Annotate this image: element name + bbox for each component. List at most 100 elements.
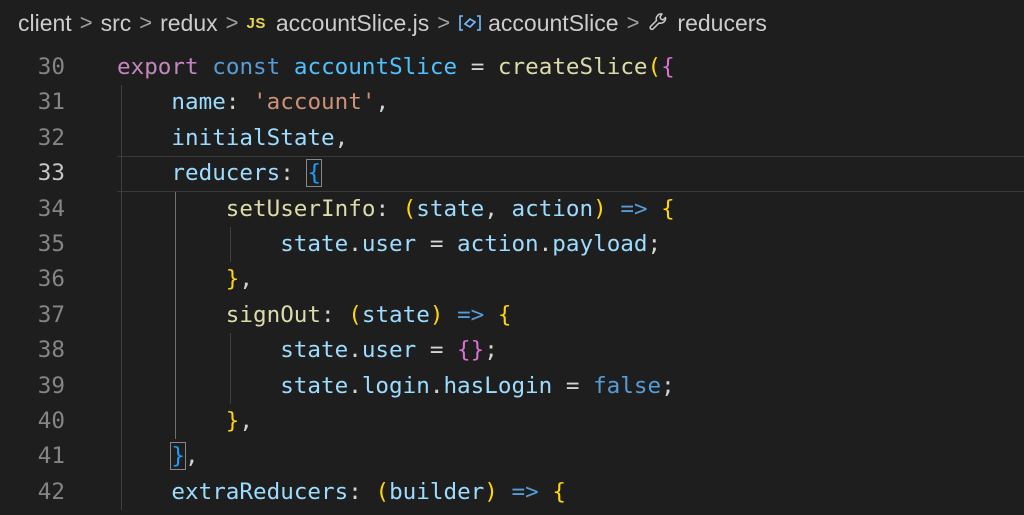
indent-guide — [121, 297, 122, 334]
code-line[interactable]: 30 export const accountSlice = createSlic… — [0, 50, 1024, 85]
code-token: : — [225, 89, 254, 116]
indent-guide — [121, 262, 122, 298]
code-line[interactable]: 41}, — [0, 439, 1024, 475]
indent-guide — [175, 226, 177, 263]
code-token: } — [225, 266, 240, 293]
code-line[interactable]: 32 initialState, — [0, 120, 1024, 157]
code-token: { — [497, 301, 512, 328]
indent-guide — [175, 403, 177, 440]
code-token: , — [239, 407, 254, 434]
indent-guide — [229, 226, 231, 263]
code-token: state — [280, 337, 349, 364]
line-highlight — [117, 439, 1024, 474]
code-text: state.user = action.payload; — [280, 227, 661, 262]
breadcrumb-label: accountSlice — [488, 9, 619, 36]
code-token: false — [593, 372, 662, 399]
code-token: . — [348, 372, 362, 399]
code-token: : — [321, 301, 349, 328]
code-token: reducers — [171, 160, 281, 187]
code-token: state — [280, 230, 349, 257]
code-token: ( — [348, 301, 362, 328]
breadcrumb-item-file[interactable]: JS accountSlice.js — [247, 10, 430, 37]
code-token: state — [280, 372, 349, 399]
javascript-file-icon: JS — [246, 14, 266, 32]
line-number: 31 — [37, 89, 65, 116]
code-text: }, — [170, 439, 199, 474]
code-token: hasLogin — [443, 372, 553, 399]
breadcrumb-item-src[interactable]: src — [101, 10, 132, 37]
code-token: initialState — [171, 124, 335, 151]
line-number: 39 — [37, 372, 65, 399]
indent-guide — [175, 333, 177, 369]
code-line[interactable]: 36}, — [0, 262, 1024, 298]
code-text: name: 'account', — [171, 85, 389, 120]
indent-guide — [121, 226, 122, 263]
code-line[interactable]: 31 name: 'account', — [0, 85, 1024, 121]
code-token: , — [375, 89, 390, 116]
code-line[interactable]: 37 signOut: (state) => { — [0, 297, 1024, 334]
code-token: ) — [593, 195, 607, 222]
line-highlight — [117, 333, 1024, 368]
indent-guide — [121, 474, 122, 511]
chevron-right-icon: > — [79, 10, 93, 35]
code-token: = — [457, 54, 498, 80]
code-token: { — [306, 159, 323, 188]
code-editor[interactable]: 30 export const accountSlice = createSlic… — [0, 50, 1024, 515]
code-text: setUserInfo: (state, action) => { — [226, 192, 675, 227]
code-token: accountSlice — [293, 54, 458, 80]
code-token: user — [361, 337, 417, 364]
code-token: : — [280, 160, 308, 187]
indent-guide — [121, 85, 122, 121]
code-token: => — [511, 478, 539, 505]
indent-guide — [121, 120, 122, 157]
code-token: ) — [484, 478, 498, 505]
breadcrumb: client > src > redux > JS accountSlice.j… — [0, 0, 1024, 46]
code-token: extraReducers — [171, 478, 349, 505]
line-number: 35 — [37, 230, 65, 257]
chevron-right-icon: > — [139, 10, 153, 35]
indent-guide — [175, 368, 177, 404]
breadcrumb-label: src — [100, 9, 132, 36]
code-line[interactable]: 39 state.login.hasLogin = false; — [0, 368, 1024, 404]
code-token: , — [484, 195, 512, 222]
code-token: {} — [457, 337, 485, 364]
code-token: , — [334, 124, 349, 151]
breadcrumb-label: reducers — [677, 9, 767, 36]
code-token: : — [375, 195, 403, 222]
chevron-right-icon: > — [437, 10, 451, 35]
indent-guide — [229, 368, 231, 404]
code-line[interactable]: 42 extraReducers: (builder) => { — [0, 474, 1024, 511]
indent-guide — [175, 297, 177, 334]
breadcrumb-item-client[interactable]: client — [18, 10, 72, 37]
code-line[interactable]: 40}, — [0, 403, 1024, 440]
code-line[interactable]: 38 state.user = {}; — [0, 333, 1024, 369]
code-token: = — [416, 230, 458, 257]
code-token: setUserInfo — [225, 195, 376, 222]
line-number: 38 — [37, 337, 65, 364]
code-line[interactable]: 35 state.user = action.payload; — [0, 226, 1024, 263]
code-token: ; — [484, 337, 498, 364]
variable-symbol-icon — [458, 13, 482, 33]
breadcrumb-item-redux[interactable]: redux — [160, 10, 218, 37]
code-token: user — [361, 230, 417, 257]
line-number: 42 — [37, 478, 65, 505]
indent-guide — [121, 333, 122, 369]
code-token: { — [552, 478, 566, 505]
code-token: state — [416, 195, 485, 222]
code-line[interactable]: 34 setUserInfo: (state, action) => { — [0, 191, 1024, 227]
chevron-right-icon: > — [225, 10, 239, 35]
code-token: ) — [429, 301, 444, 328]
code-token: } — [170, 442, 186, 471]
breadcrumb-label: accountSlice.js — [275, 9, 430, 36]
code-text: initialState, — [171, 121, 348, 156]
code-line[interactable]: 33 reducers: { — [0, 156, 1024, 192]
indent-guide — [121, 191, 122, 227]
code-text: extraReducers: (builder) => { — [171, 475, 566, 510]
code-text: signOut: (state) => { — [226, 298, 512, 333]
breadcrumb-item-symbol-reducers[interactable]: reducers — [647, 9, 767, 37]
code-token: builder — [389, 478, 485, 505]
breadcrumb-item-symbol-accountslice[interactable]: accountSlice — [458, 9, 619, 37]
